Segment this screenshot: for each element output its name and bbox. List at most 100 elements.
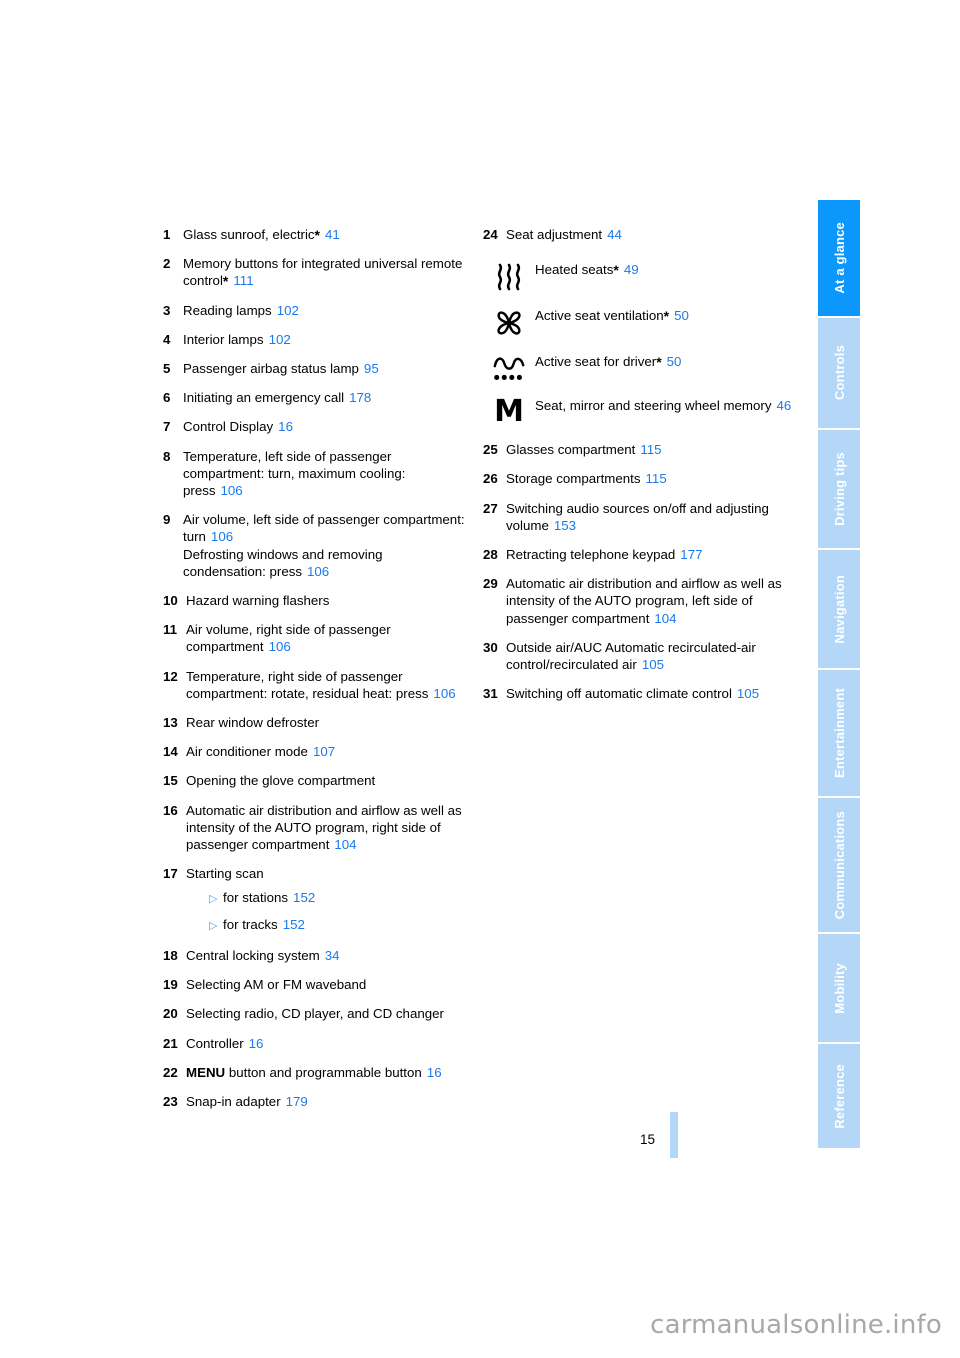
page-reference[interactable]: 104 [654,611,676,626]
list-sub-item: ▷ for stations 152 [209,889,468,908]
page-reference[interactable]: 105 [642,657,664,672]
index-entry: 27 Switching audio sources on/off and adj… [483,500,793,534]
triangle-bullet: ▷ [209,893,218,906]
index-entry-text: Glass sunroof, electric* 41 [183,227,340,243]
index-entry: 11 Air volume, right side of passenger co… [163,621,468,655]
index-entry: 9 Air volume, left side of passenger comp… [163,511,468,580]
index-icon-entry: Heated seats* 49 [483,259,793,293]
sidebar-tab-navigation[interactable]: Navigation [818,550,860,670]
index-entry-text: Starting scan ▷ for stations 152 ▷ for tracks… [186,865,468,935]
icon-slot: M [483,395,535,427]
index-entry-text: Automatic air distribution and airflow a… [506,576,782,626]
index-entry-number: 11 [163,622,178,638]
index-entry-text: Outside air/AUC Automatic recirculated-a… [506,639,756,673]
page-reference[interactable]: 177 [680,547,702,562]
index-entry: 3 Reading lamps 102 [163,302,468,319]
index-entry-text: Rear window defroster [186,715,320,731]
page-reference[interactable]: 115 [646,471,667,486]
page-reference[interactable]: 50 [667,354,682,369]
page-reference[interactable]: 46 [776,398,791,413]
page-reference[interactable]: 152 [283,917,305,932]
sidebar-tab-at-a-glance[interactable]: At a glance [818,200,860,318]
page-reference[interactable]: 106 [211,529,233,544]
index-entry: 14 Air conditioner mode 107 [163,743,468,760]
index-entry: 8 Temperature, left side of passenger com… [163,448,468,500]
index-entry: 10 Hazard warning flashers [163,592,468,609]
index-entry-number: 28 [483,547,498,563]
page-reference[interactable]: 16 [427,1065,442,1080]
page-reference[interactable]: 106 [269,639,291,654]
index-entry: 29 Automatic air distribution and airflow… [483,575,793,627]
index-entry-text: Active seat ventilation* 50 [535,308,689,325]
page-reference[interactable]: 44 [607,227,622,242]
index-entry-number: 23 [163,1093,178,1109]
page-reference[interactable]: 102 [269,332,291,347]
page-reference[interactable]: 50 [674,308,689,323]
index-entry-number: 19 [163,977,178,993]
index-entry-text: Heated seats* 49 [535,262,639,279]
page-reference[interactable]: 178 [349,390,371,405]
sidebar-tab-mobility[interactable]: Mobility [818,934,860,1044]
page-reference[interactable]: 16 [249,1036,264,1051]
index-entry-text: Seat, mirror and steering wheel memory 46 [535,398,792,414]
page-reference[interactable]: 115 [640,442,661,457]
page-reference[interactable]: 95 [364,361,379,376]
index-entry-number: 15 [163,773,178,789]
optional-equipment-asterisk: * [222,273,229,290]
index-entry-text: Opening the glove compartment [186,773,376,789]
index-entry-text: Switching audio sources on/off and adjus… [506,500,769,533]
page-reference[interactable]: 152 [293,890,315,905]
index-entry: 17 Starting scan ▷ for stations 152 ▷ for trac… [163,865,468,935]
index-entry-text: Reading lamps 102 [183,302,299,318]
page-reference[interactable]: 41 [325,227,340,242]
index-entry: 1 Glass sunroof, electric* 41 [163,226,468,243]
sidebar-tab-entertainment[interactable]: Entertainment [818,670,860,798]
page-reference[interactable]: 34 [325,948,340,963]
page-reference[interactable]: 106 [221,483,243,498]
page-reference[interactable]: 105 [737,686,759,701]
page-reference[interactable]: 107 [313,744,335,759]
index-entry: 16 Automatic air distribution and airflow… [163,802,468,854]
page-reference[interactable]: 106 [433,686,455,701]
sidebar-tab-reference[interactable]: Reference [818,1044,860,1148]
sidebar-tab-communications[interactable]: Communications [818,798,860,934]
index-column-right: 24 Seat adjustment 44 Heated seats* 49 Active… [483,226,793,714]
icon-slot [483,259,535,293]
page-reference[interactable]: 179 [286,1094,308,1109]
page-reference[interactable]: 104 [334,837,356,852]
sub-item-label: for tracks 152 [223,916,305,932]
sidebar-tab-label: Entertainment [831,687,847,778]
index-entry-number: 7 [163,419,171,435]
index-entry-text: Temperature, left side of passenger comp… [183,448,406,499]
index-entry-text: Selecting radio, CD player, and CD chang… [186,1006,444,1022]
page-reference[interactable]: 16 [278,419,293,434]
index-entry-number: 20 [163,1006,178,1022]
index-entry: 30 Outside air/AUC Automatic recirculated… [483,639,793,673]
index-entry: 22 MENU button and programmable button 16 [163,1064,468,1081]
index-entry-text: Initiating an emergency call 178 [183,390,372,406]
sidebar-tab-driving-tips[interactable]: Driving tips [818,430,860,550]
index-entry: 24 Seat adjustment 44 [483,226,793,243]
page-reference[interactable]: 153 [554,518,576,533]
index-entry: 18 Central locking system 34 [163,947,468,964]
page-reference[interactable]: 102 [277,303,299,318]
index-entry-text: Control Display 16 [183,419,293,435]
page-reference[interactable]: 49 [624,262,639,277]
page-reference[interactable]: 111 [233,273,253,288]
index-entry-text: Switching off automatic climate control 1… [506,686,760,702]
page-marker-bar [670,1112,679,1158]
sidebar-tab-controls[interactable]: Controls [818,318,860,430]
index-entry-number: 3 [163,302,171,318]
index-entry-text: Storage compartments 115 [506,471,667,487]
icon-slot [483,351,535,383]
page-reference[interactable]: 106 [307,564,329,579]
index-icon-entry: M Seat, mirror and steering wheel memory 4… [483,395,793,427]
optional-equipment-asterisk: * [314,227,320,243]
keyword-label: MENU [186,1064,226,1080]
page-number: 15 [640,1131,656,1147]
index-entry-text: Glasses compartment 115 [506,442,662,458]
sidebar-tab-label: Mobility [831,962,847,1014]
index-column-left: 1 Glass sunroof, electric* 41 2 Memory butto… [163,226,468,1122]
index-entry-number: 26 [483,471,498,487]
index-entry: 15 Opening the glove compartment [163,772,468,789]
